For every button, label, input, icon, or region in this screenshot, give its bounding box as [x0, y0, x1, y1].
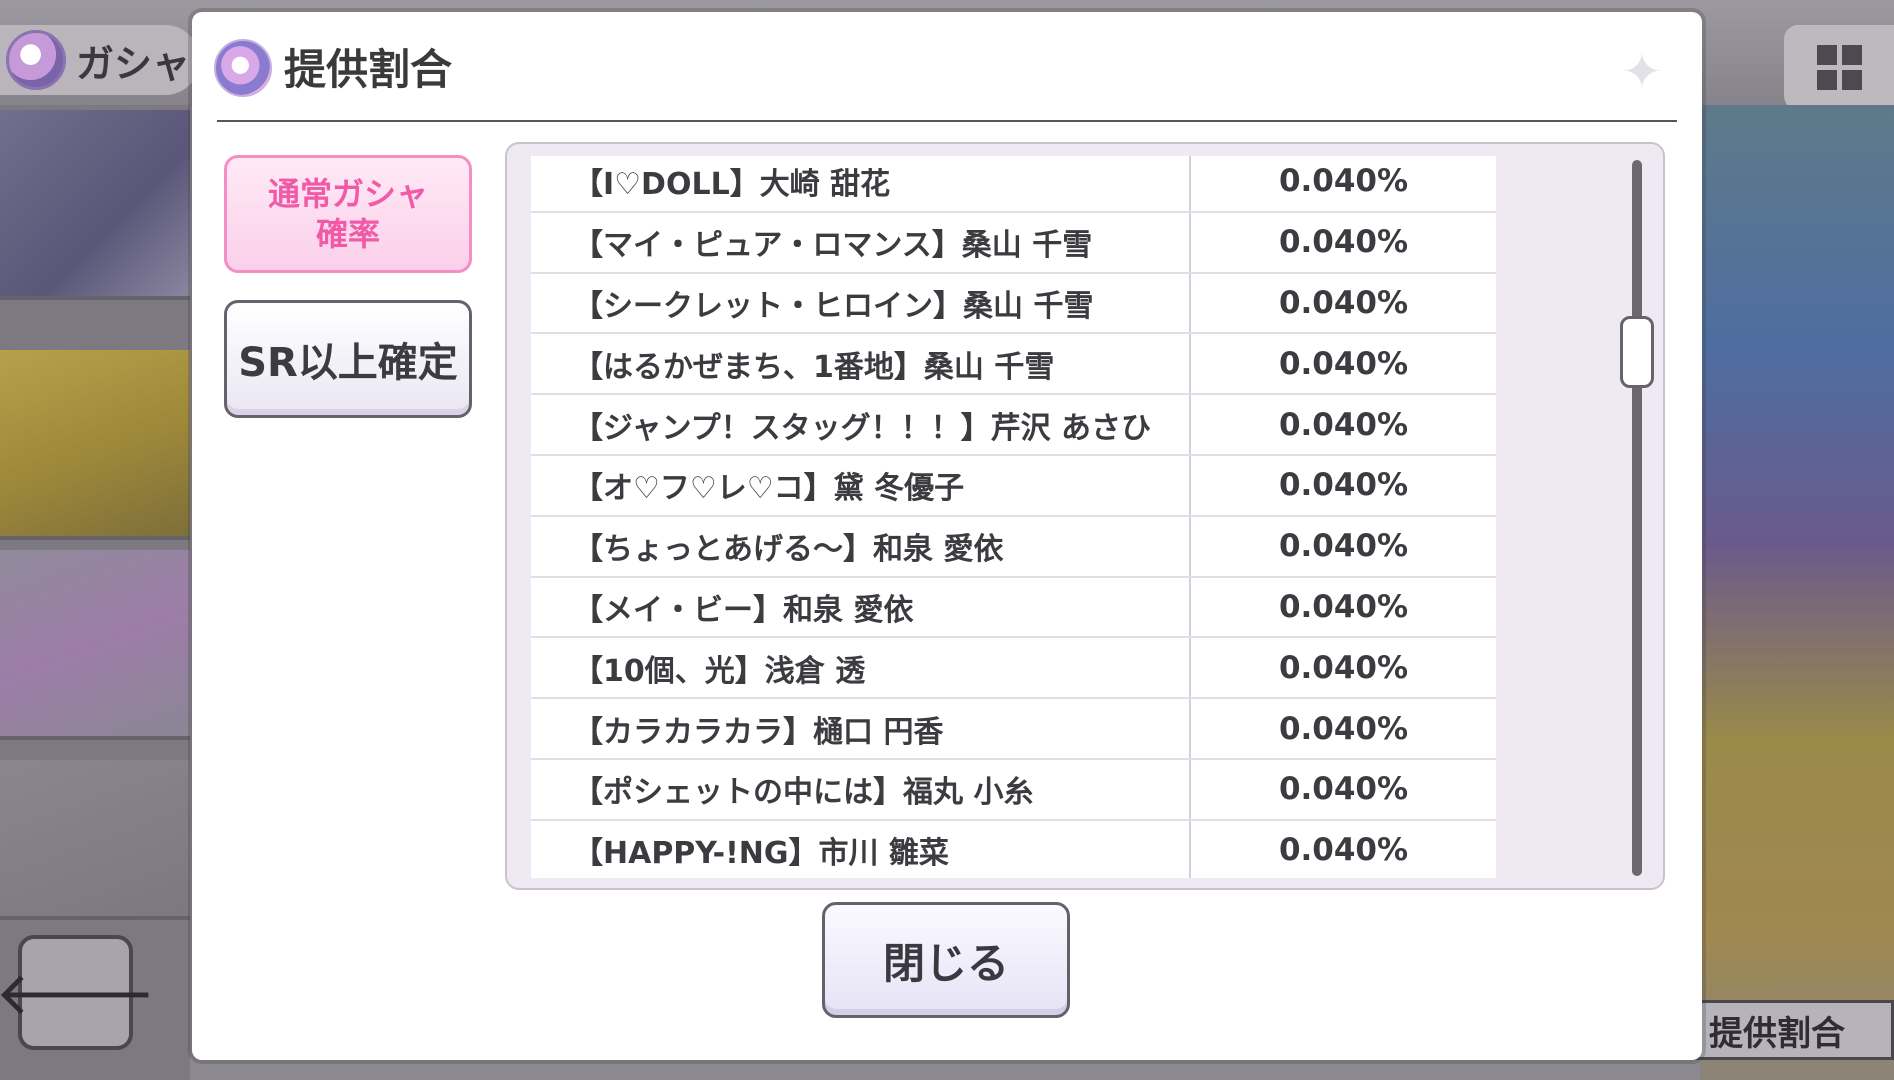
sparkle-icon: ✦ — [1621, 44, 1663, 100]
rate-row: 【ジャンプ！スタッグ！！！】芹沢 あさひ 0.040% — [531, 395, 1496, 456]
card-name: 【カラカラカラ】樋口 円香 — [531, 699, 1191, 758]
card-name: 【10個、光】浅倉 透 — [531, 638, 1191, 698]
menu-grid-icon — [1784, 25, 1894, 110]
rate-row: 【10個、光】浅倉 透 0.040% — [531, 638, 1496, 700]
card-name: 【ジャンプ！スタッグ！！！】芹沢 あさひ — [531, 395, 1191, 454]
dialog-title: 提供割合 — [284, 45, 453, 94]
scrollbar-thumb[interactable] — [1620, 316, 1654, 388]
scrollbar-track[interactable] — [1632, 160, 1642, 876]
gacha-header-title: ガシャ — [76, 41, 191, 86]
rate-row: 【ポシェットの中には】福丸 小糸 0.040% — [531, 759, 1496, 821]
card-rate: 0.040% — [1278, 528, 1409, 565]
card-name: 【はるかぜまち、1番地】桑山 千雪 — [531, 334, 1191, 394]
card-rate: 0.040% — [1278, 163, 1409, 200]
rate-row: 【カラカラカラ】樋口 円香 0.040% — [531, 699, 1496, 760]
rates-dialog: 提供割合 ✦ 通常ガシャ 確率 SR以上確定 【I♡DOLL】大崎 甜花 0.04… — [192, 12, 1702, 1060]
card-name: 【シークレット・ヒロイン】桑山 千雪 — [531, 273, 1191, 333]
card-rate: 0.040% — [1278, 832, 1409, 869]
banner-limited — [0, 110, 190, 300]
card-rate: 0.040% — [1278, 588, 1409, 625]
rates-list[interactable]: 【I♡DOLL】大崎 甜花 0.040% 【マイ・ピュア・ロマンス】桑山 千雪 0.0… — [531, 156, 1496, 878]
card-rate: 0.040% — [1278, 710, 1409, 747]
close-button[interactable]: 閉じる — [822, 902, 1070, 1018]
card-rate: 0.040% — [1278, 284, 1409, 321]
rate-row: 【はるかぜまち、1番地】桑山 千雪 0.040% — [531, 334, 1496, 396]
banner-ticket — [0, 760, 190, 920]
gacha-header: ガシャ — [0, 25, 200, 95]
banner-platinum — [0, 550, 190, 740]
tab-sr-guaranteed[interactable]: SR以上確定 — [224, 300, 472, 418]
rate-row: 【メイ・ビー】和泉 愛依 0.040% — [531, 577, 1496, 639]
card-rate: 0.040% — [1278, 771, 1409, 808]
card-rate: 0.040% — [1278, 224, 1409, 261]
card-rate: 0.040% — [1278, 467, 1409, 504]
card-name: 【ポシェットの中には】福丸 小糸 — [531, 759, 1191, 819]
rates-list-panel: 【I♡DOLL】大崎 甜花 0.040% 【マイ・ピュア・ロマンス】桑山 千雪 0.0… — [505, 142, 1665, 890]
card-name: 【I♡DOLL】大崎 甜花 — [531, 156, 1191, 211]
card-rate: 0.040% — [1278, 649, 1409, 686]
card-name: 【HAPPY-!NG】市川 雛菜 — [531, 820, 1191, 878]
card-name: 【マイ・ピュア・ロマンス】桑山 千雪 — [531, 212, 1191, 272]
rate-row: 【マイ・ピュア・ロマンス】桑山 千雪 0.040% — [531, 212, 1496, 274]
card-name: 【メイ・ビー】和泉 愛依 — [531, 577, 1191, 637]
rates-list-track: 【I♡DOLL】大崎 甜花 0.040% 【マイ・ピュア・ロマンス】桑山 千雪 0.0… — [531, 156, 1496, 878]
tab-normal-line1: 通常ガシャ — [267, 175, 428, 213]
rate-row: 【ちょっとあげる〜】和泉 愛依 0.040% — [531, 516, 1496, 578]
back-arrow-icon: 🡐 — [0, 935, 156, 1050]
card-rate: 0.040% — [1278, 345, 1409, 382]
rate-row: 【シークレット・ヒロイン】桑山 千雪 0.040% — [531, 273, 1496, 335]
rate-row: 【オ♡フ♡レ♡コ】黛 冬優子 0.040% — [531, 455, 1496, 517]
gacha-icon — [6, 30, 66, 90]
banner-free-10 — [0, 350, 190, 540]
rate-row: 【HAPPY-!NG】市川 雛菜 0.040% — [531, 820, 1496, 878]
title-divider — [217, 120, 1677, 122]
dialog-emblem-icon — [214, 39, 272, 97]
rate-row: 【I♡DOLL】大崎 甜花 0.040% — [531, 156, 1496, 213]
card-rate: 0.040% — [1278, 406, 1409, 443]
featured-art — [1700, 105, 1894, 1080]
tab-normal-line2: 確率 — [315, 215, 380, 253]
card-name: 【オ♡フ♡レ♡コ】黛 冬優子 — [531, 455, 1191, 515]
tab-normal-gacha-rates[interactable]: 通常ガシャ 確率 — [224, 155, 472, 273]
card-name: 【ちょっとあげる〜】和泉 愛依 — [531, 516, 1191, 576]
